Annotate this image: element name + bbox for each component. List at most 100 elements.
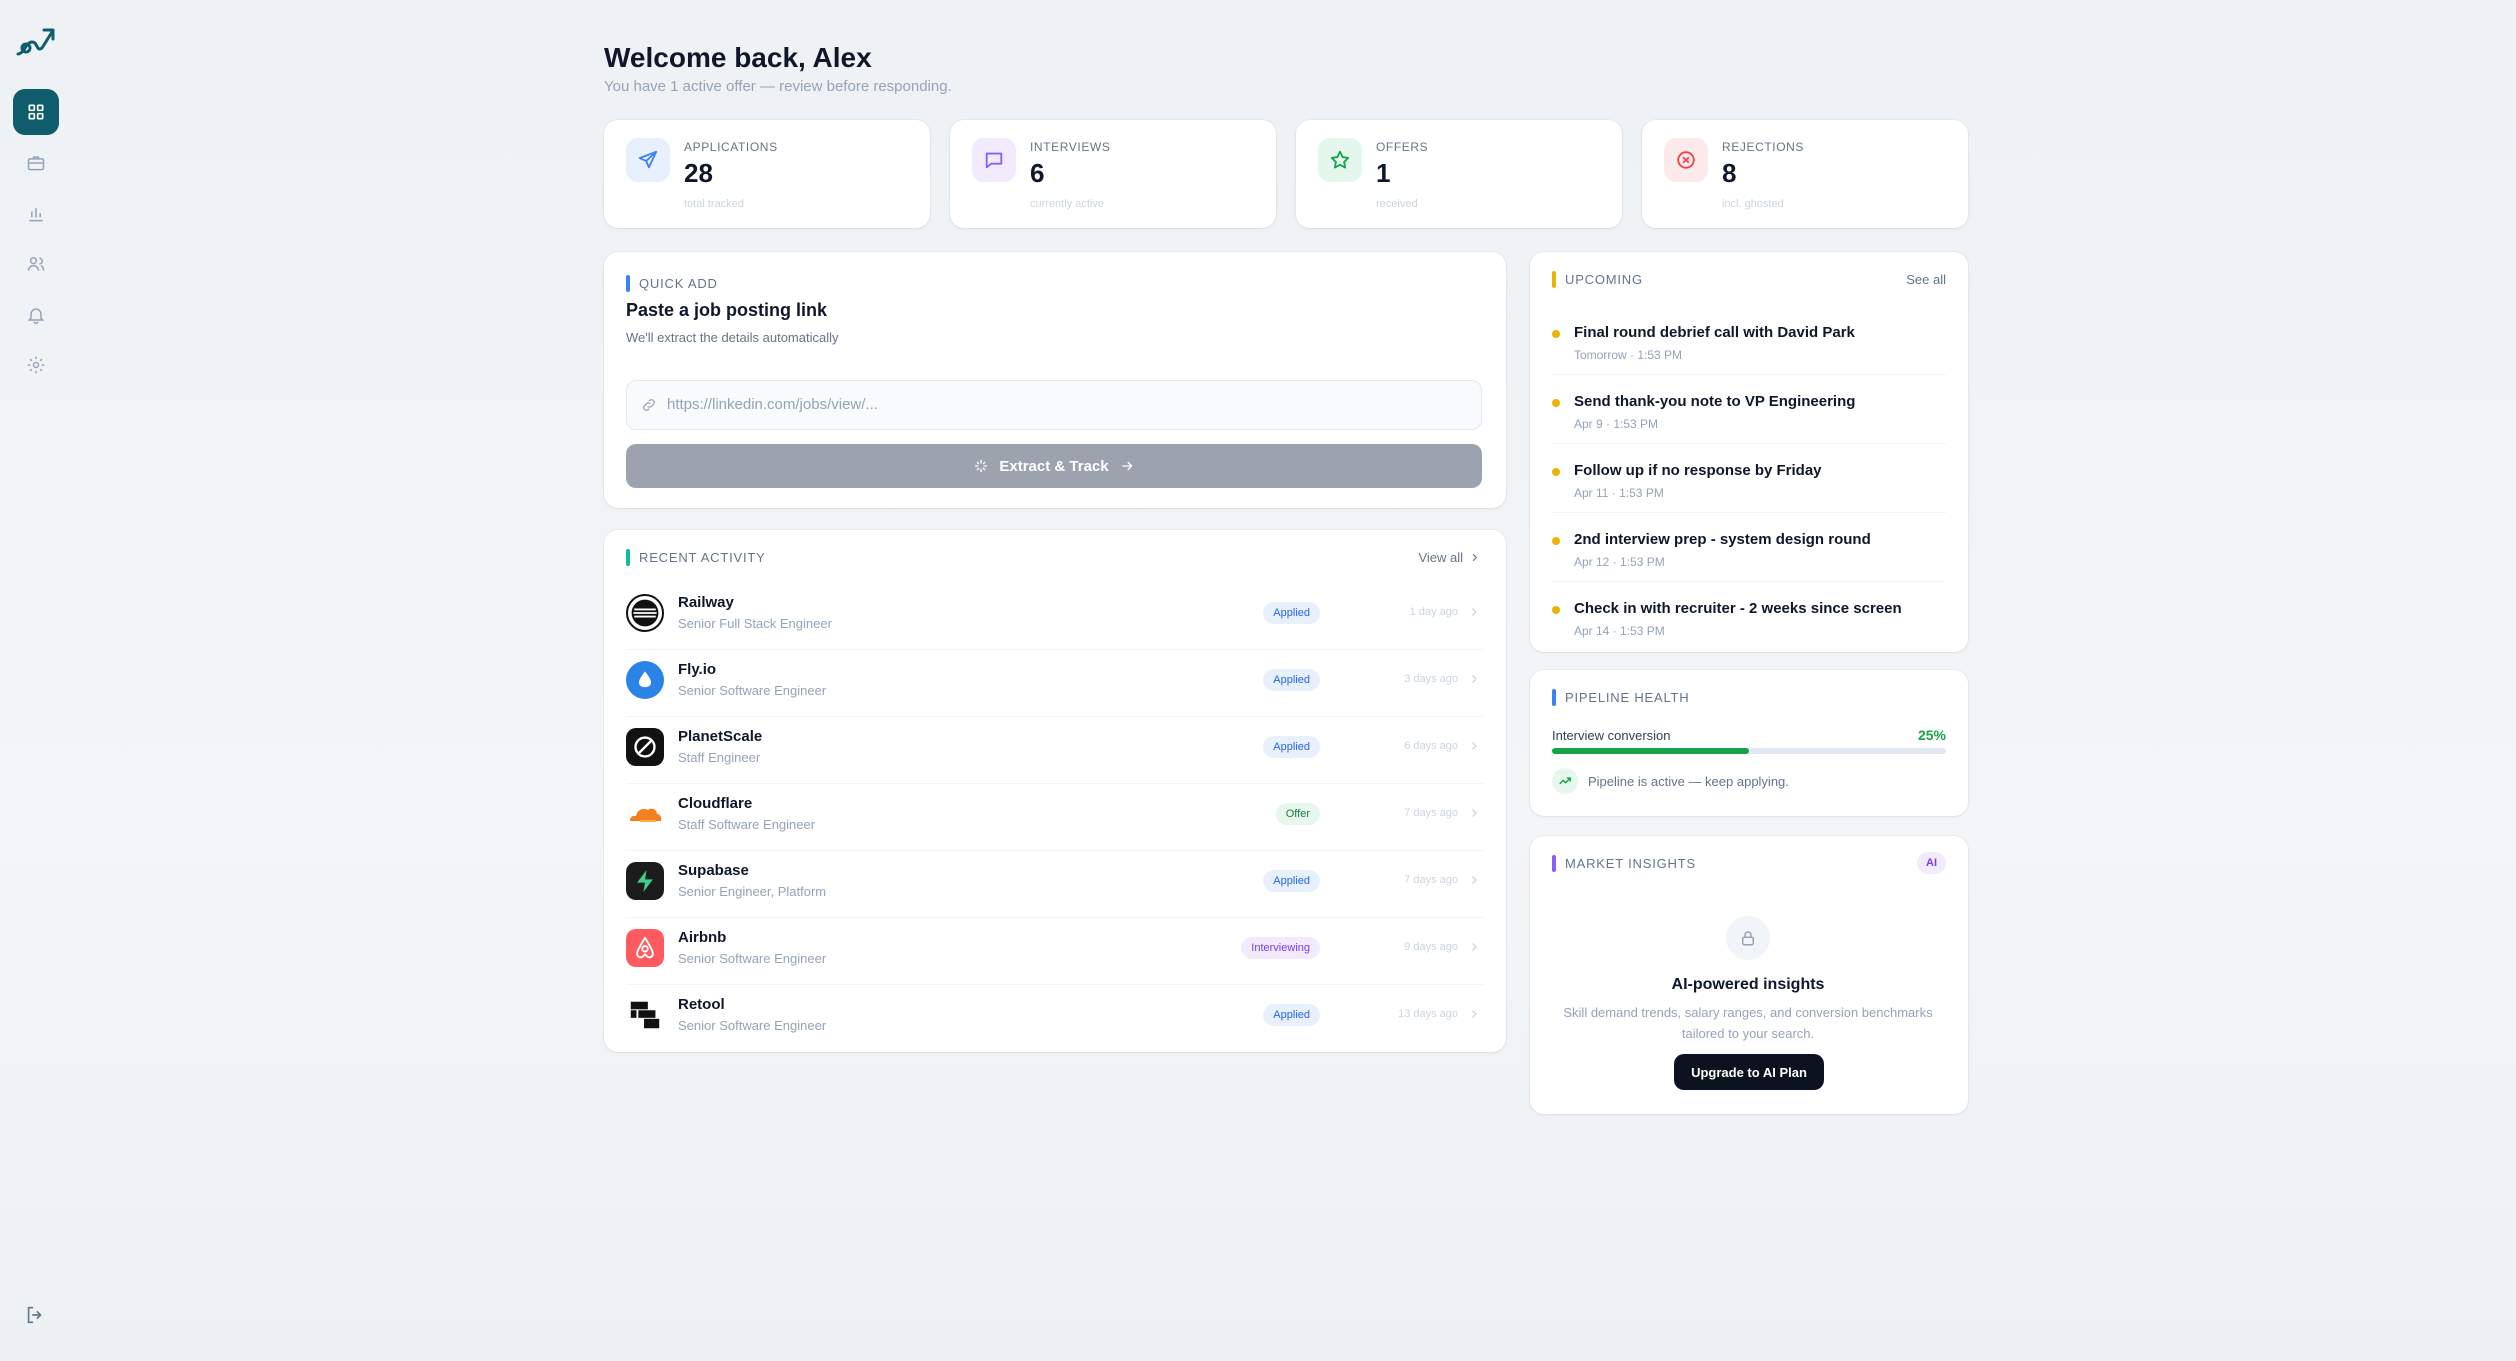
activity-time: 7 days ago [1404, 874, 1458, 886]
upcoming-time: Apr 12 · 1:53 PM [1574, 555, 1665, 569]
stat-value: 28 [684, 158, 713, 188]
nav-analytics[interactable] [13, 191, 59, 237]
chevron-right-icon [1472, 1010, 1477, 1018]
company-name: Supabase [678, 862, 749, 879]
activity-time: 9 days ago [1404, 941, 1458, 953]
stat-sub: received [1376, 198, 1418, 210]
bell-icon [27, 308, 45, 325]
job-url-input[interactable]: https://linkedin.com/jobs/view/... [626, 380, 1482, 430]
chevron-right-icon [1472, 943, 1477, 951]
nav-jobs[interactable] [13, 140, 59, 186]
job-role: Staff Software Engineer [678, 817, 816, 832]
status-dot [1552, 537, 1560, 545]
company-name: PlanetScale [678, 728, 763, 745]
insights-description: Skill demand trends, salary ranges, and … [1563, 1005, 1933, 1041]
arrow-right-icon [1121, 461, 1133, 471]
section-title: QUICK ADD [626, 275, 718, 292]
status-badge: Offer [1275, 803, 1320, 825]
job-role: Senior Software Engineer [678, 683, 827, 698]
activity-row[interactable]: PlanetScale Staff Engineer Applied 6 day… [626, 716, 1482, 782]
chat-icon [972, 138, 1016, 182]
stat-label: INTERVIEWS [1030, 140, 1111, 154]
nav-dashboard[interactable] [13, 89, 59, 135]
star-icon [1318, 138, 1362, 182]
activity-time: 1 day ago [1409, 606, 1458, 618]
extract-track-label: Extract & Track [999, 457, 1109, 475]
insights-title: AI-powered insights [1671, 976, 1825, 993]
status-badge: Applied [1263, 736, 1320, 758]
stat-sub: incl. ghosted [1722, 198, 1784, 210]
status-dot [1552, 606, 1560, 614]
gear-icon [27, 356, 45, 374]
status-badge: Applied [1263, 870, 1320, 892]
activity-time: 7 days ago [1404, 807, 1458, 819]
users-icon [27, 257, 45, 271]
company-name: Railway [678, 594, 734, 611]
activity-time: 6 days ago [1404, 740, 1458, 752]
nav-settings[interactable] [13, 342, 59, 388]
stat-card-rejections[interactable]: REJECTIONS 8 incl. ghosted [1642, 120, 1968, 228]
activity-time: 3 days ago [1404, 673, 1458, 685]
see-all-link[interactable]: See all [1906, 272, 1946, 287]
cloudflare-logo [626, 795, 664, 833]
company-name: Retool [678, 996, 725, 1013]
stat-label: OFFERS [1376, 140, 1429, 154]
activity-row[interactable]: Airbnb Senior Software Engineer Intervie… [626, 917, 1482, 983]
bar-chart-icon [29, 208, 43, 222]
upcoming-card: UPCOMING See all Final round debrief cal… [1530, 252, 1968, 652]
view-all-link[interactable]: View all [1418, 550, 1480, 565]
logout-button[interactable] [24, 1304, 46, 1326]
extract-track-button[interactable]: Extract & Track [626, 444, 1482, 488]
row-divider [1552, 512, 1946, 513]
sidebar [0, 0, 72, 1361]
briefcase-icon [27, 156, 45, 171]
job-role: Staff Engineer [678, 750, 761, 765]
company-name: Fly.io [678, 661, 717, 678]
trend-up-icon [1552, 768, 1578, 794]
ai-badge: AI [1917, 852, 1946, 874]
recent-activity-card: RECENT ACTIVITY View all Railway Senior … [604, 530, 1506, 1052]
activity-row[interactable]: Supabase Senior Engineer, Platform Appli… [626, 850, 1482, 916]
lock-icon [1726, 916, 1770, 960]
stat-sub: total tracked [684, 198, 744, 210]
section-title: MARKET INSIGHTS [1552, 855, 1696, 872]
activity-row[interactable]: Cloudflare Staff Software Engineer Offer… [626, 783, 1482, 849]
retool-logo [626, 996, 664, 1034]
app-logo[interactable] [14, 24, 58, 60]
row-divider [1552, 581, 1946, 582]
nav-contacts[interactable] [13, 241, 59, 287]
upcoming-title: Final round debrief call with David Park [1574, 324, 1855, 341]
chevron-right-icon [1472, 742, 1477, 750]
conversion-label: Interview conversion [1552, 728, 1671, 743]
job-role: Senior Full Stack Engineer [678, 616, 832, 631]
quick-add-card: QUICK ADD Paste a job posting link We'll… [604, 252, 1506, 508]
status-badge: Applied [1263, 1004, 1320, 1026]
pipeline-note: Pipeline is active — keep applying. [1552, 768, 1789, 794]
upcoming-item[interactable]: Check in with recruiter - 2 weeks since … [1552, 592, 1940, 661]
company-name: Airbnb [678, 929, 727, 946]
status-badge: Applied [1263, 669, 1320, 691]
conversion-progress-fill [1552, 748, 1749, 754]
job-url-placeholder: https://linkedin.com/jobs/view/... [667, 396, 878, 413]
row-divider [1552, 443, 1946, 444]
supabase-logo [626, 862, 664, 900]
activity-row[interactable]: Railway Senior Full Stack Engineer Appli… [626, 582, 1482, 648]
status-dot [1552, 330, 1560, 338]
nav-notifications[interactable] [13, 292, 59, 338]
stat-card-offers[interactable]: OFFERS 1 received [1296, 120, 1622, 228]
planetscale-logo [626, 728, 664, 766]
send-icon [626, 138, 670, 182]
chevron-right-icon [1472, 553, 1478, 562]
activity-row[interactable]: Retool Senior Software Engineer Applied … [626, 984, 1482, 1050]
upgrade-button[interactable]: Upgrade to AI Plan [1674, 1054, 1824, 1090]
stat-label: APPLICATIONS [684, 140, 778, 154]
activity-row[interactable]: Fly.io Senior Software Engineer Applied … [626, 649, 1482, 715]
railway-logo [626, 594, 664, 632]
stat-value: 1 [1376, 158, 1391, 188]
company-name: Cloudflare [678, 795, 753, 812]
stat-card-applications[interactable]: APPLICATIONS 28 total tracked [604, 120, 930, 228]
status-dot [1552, 468, 1560, 476]
stat-card-interviews[interactable]: INTERVIEWS 6 currently active [950, 120, 1276, 228]
upcoming-title: Follow up if no response by Friday [1574, 462, 1822, 479]
status-dot [1552, 399, 1560, 407]
